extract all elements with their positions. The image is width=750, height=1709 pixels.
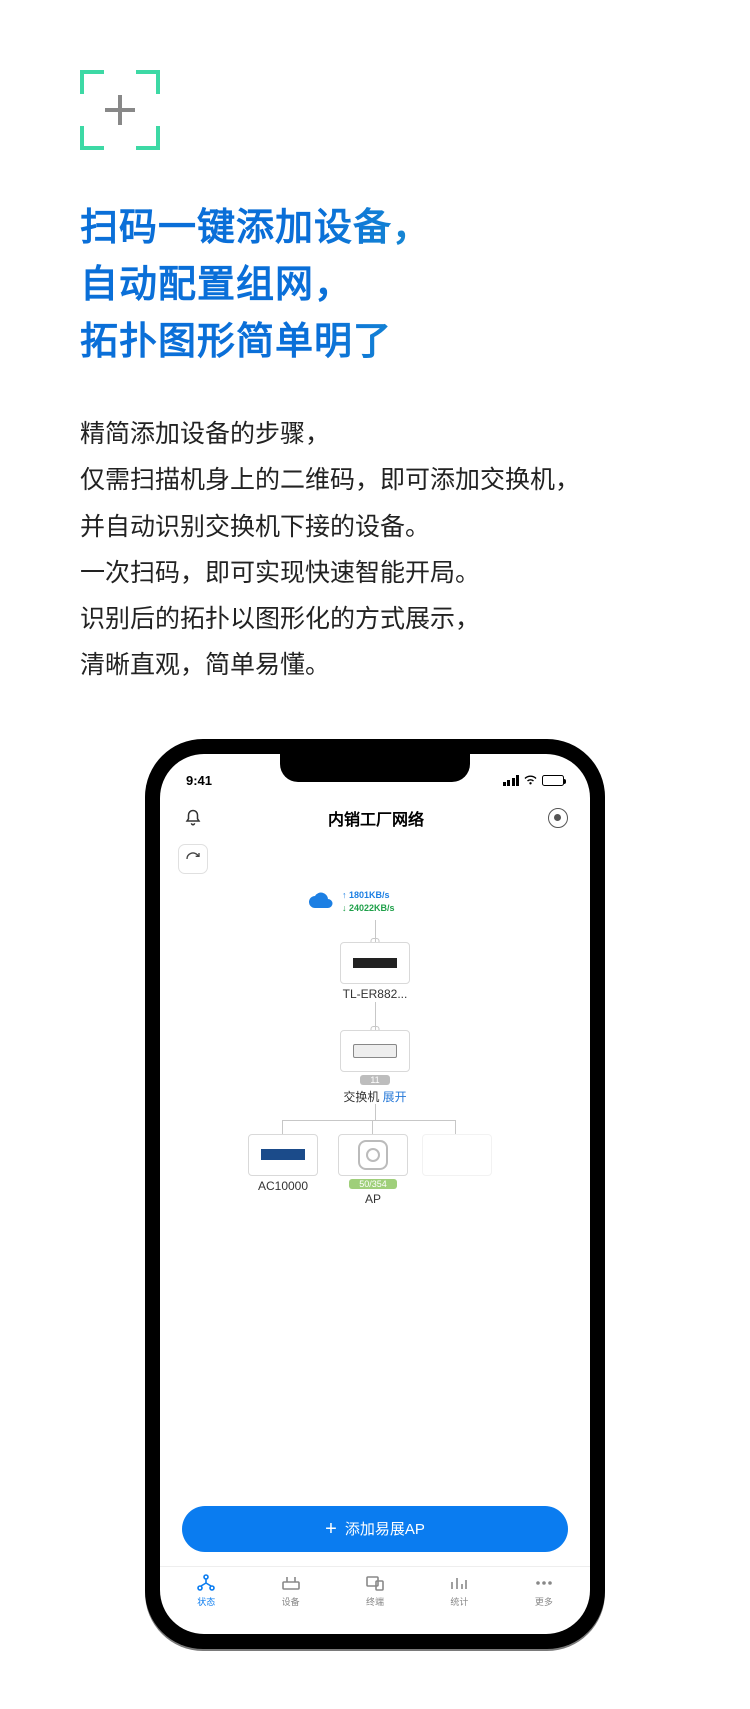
topology-line <box>375 1104 376 1120</box>
tab-status-label: 状态 <box>197 1595 215 1608</box>
download-speed: 24022KB/s <box>349 903 395 913</box>
phone-notch <box>280 754 470 782</box>
wifi-icon <box>523 773 538 788</box>
ap-device[interactable] <box>338 1134 408 1176</box>
refresh-button[interactable] <box>178 844 208 874</box>
switch-label: 交换机 <box>343 1090 379 1104</box>
devices-icon <box>365 1573 385 1593</box>
ac-label: AC10000 <box>258 1179 308 1193</box>
download-arrow-icon: ↓ <box>342 903 347 913</box>
chart-icon <box>449 1573 469 1593</box>
headline-line-1: 扫码一键添加设备， <box>80 207 431 249</box>
signal-icon <box>503 775 520 786</box>
upload-arrow-icon: ↑ <box>342 890 347 900</box>
tab-stats-label: 统计 <box>450 1595 468 1608</box>
feature-description: 精简添加设备的步骤， 仅需扫描机身上的二维码，即可添加交换机， 并自动识别交换机… <box>80 411 670 689</box>
switch-expand-button[interactable]: 展开 <box>383 1090 407 1104</box>
tab-terminal-label: 终端 <box>366 1595 384 1608</box>
headline-line-2: 自动配置组网， <box>80 264 353 306</box>
para-line-4: 一次扫码，即可实现快速智能开局。 <box>80 559 480 587</box>
para-line-2: 仅需扫描机身上的二维码，即可添加交换机， <box>80 466 580 494</box>
topology-icon <box>196 1573 216 1593</box>
ap-count-badge: 50/354 <box>349 1179 397 1189</box>
status-time: 9:41 <box>186 773 212 788</box>
topology-line <box>372 1120 455 1121</box>
app-header: 内销工厂网络 <box>160 796 590 838</box>
cloud-icon <box>308 888 334 916</box>
topology-line <box>282 1120 372 1121</box>
tab-more-label: 更多 <box>535 1595 553 1608</box>
add-ap-button[interactable]: + 添加易展AP <box>182 1506 568 1552</box>
router-label: TL-ER882... <box>343 987 408 1001</box>
tab-stats[interactable]: 统计 <box>417 1573 501 1616</box>
para-line-1: 精简添加设备的步骤， <box>80 420 330 448</box>
feature-headline: 扫码一键添加设备， 自动配置组网， 拓扑图形简单明了 <box>80 200 670 371</box>
topology-line <box>455 1120 456 1134</box>
tab-status[interactable]: 状态 <box>164 1573 248 1616</box>
plus-icon: + <box>325 1519 337 1539</box>
para-line-6: 清晰直观，简单易懂。 <box>80 651 330 679</box>
network-title[interactable]: 内销工厂网络 <box>328 806 424 830</box>
notifications-button[interactable] <box>182 807 204 829</box>
phone-mockup: 9:41 内销工厂网络 <box>145 739 605 1649</box>
switch-device[interactable] <box>340 1030 410 1072</box>
add-ap-label: 添加易展AP <box>345 1518 425 1539</box>
tab-device[interactable]: 设备 <box>248 1573 332 1616</box>
tab-device-label: 设备 <box>282 1595 300 1608</box>
ac-device[interactable] <box>248 1134 318 1176</box>
para-line-5: 识别后的拓扑以图形化的方式展示， <box>80 605 480 633</box>
locate-button[interactable] <box>548 808 568 828</box>
topology-canvas[interactable]: ↑ 1801KB/s ↓ 24022KB/s TL-ER882... <box>160 874 590 1506</box>
upload-speed: 1801KB/s <box>349 890 390 900</box>
topology-line <box>282 1120 283 1134</box>
router-tab-icon <box>281 1573 301 1593</box>
device-placeholder <box>422 1134 492 1176</box>
headline-line-3: 拓扑图形简单明了 <box>80 321 392 363</box>
topology-line <box>372 1120 373 1134</box>
ap-label: AP <box>365 1192 381 1206</box>
router-device[interactable] <box>340 942 410 984</box>
bottom-tab-bar: 状态 设备 终端 <box>160 1566 590 1634</box>
tab-more[interactable]: 更多 <box>502 1573 586 1616</box>
more-icon <box>534 1573 554 1593</box>
qr-scan-icon <box>80 70 160 150</box>
switch-count-badge: 11 <box>360 1075 389 1085</box>
para-line-3: 并自动识别交换机下接的设备。 <box>80 513 430 541</box>
cloud-speed-indicator: ↑ 1801KB/s ↓ 24022KB/s <box>308 888 395 916</box>
battery-icon <box>542 775 564 786</box>
tab-terminal[interactable]: 终端 <box>333 1573 417 1616</box>
